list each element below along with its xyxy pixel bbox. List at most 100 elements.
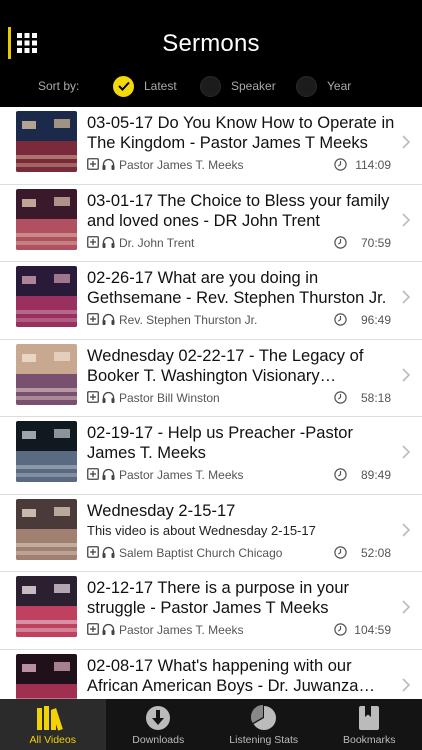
clock-icon: [334, 468, 347, 481]
sort-option-speaker[interactable]: Speaker: [200, 74, 276, 98]
sort-option-label: Speaker: [231, 79, 276, 93]
tab-label: Listening Stats: [229, 734, 299, 746]
bookmark-add-icon[interactable]: [87, 545, 99, 558]
bookmark-add-icon[interactable]: [87, 158, 99, 170]
headphones-icon[interactable]: [102, 236, 115, 248]
bookmark-add-icon[interactable]: [87, 390, 99, 403]
headphones-icon[interactable]: [102, 468, 115, 480]
duration: 89:49: [360, 468, 391, 482]
headphones-icon[interactable]: [102, 623, 115, 635]
sermon-list[interactable]: 03-05-17 Do You Know How to Operate in T…: [0, 107, 422, 699]
speaker-name: Pastor James T. Meeks: [119, 158, 244, 172]
duration: 70:59: [360, 235, 391, 250]
speaker-name: Rev. Stephen Thurston Jr.: [119, 313, 258, 327]
list-item[interactable]: Wednesday 2-15-17 This video is about Wed…: [0, 495, 422, 572]
chevron-right-icon: [402, 677, 410, 692]
tab-label: Downloads: [132, 734, 185, 746]
headphones-icon[interactable]: [102, 158, 115, 170]
speaker-name: Pastor James T. Meeks: [119, 468, 244, 482]
duration: 96:49: [360, 313, 391, 327]
sermon-meta: Rev. Stephen Thurston Jr. 96:49: [87, 313, 391, 327]
sermon-title: 02-12-17 There is a purpose in your stru…: [87, 579, 350, 617]
tab-label: All Videos: [29, 734, 76, 746]
clock-icon: [334, 390, 347, 404]
list-item[interactable]: Wednesday 02-22-17 - The Legacy of Booke…: [0, 340, 422, 417]
video-thumbnail: [16, 421, 77, 482]
sermon-meta: Dr. John Trent 70:59: [87, 236, 391, 250]
chevron-right-icon: [402, 212, 410, 227]
headphones-icon[interactable]: [102, 546, 115, 558]
bookmark-add-icon[interactable]: [87, 623, 99, 635]
sermon-title: 02-08-17 What's happening with our Afric…: [87, 656, 359, 695]
radio-checked-icon: [113, 75, 134, 97]
tab-all-videos[interactable]: All Videos: [0, 699, 106, 750]
list-item[interactable]: 02-19-17 - Help us Preacher -Pastor Jame…: [0, 417, 422, 495]
sermon-title: 02-26-17 What are you doing in Gethseman…: [87, 269, 387, 307]
radio-unchecked-icon: [200, 75, 221, 97]
radio-unchecked-icon: [296, 75, 317, 97]
chevron-right-icon: [402, 522, 410, 537]
sermon-description: This video is about Wednesday 2-15-17: [87, 522, 316, 538]
sermon-meta: Pastor James T. Meeks 114:09: [87, 158, 391, 172]
duration: 104:59: [354, 623, 391, 637]
bookmark-add-icon[interactable]: [87, 235, 99, 248]
list-item[interactable]: 02-12-17 There is a purpose in your stru…: [0, 572, 422, 650]
tab-listening-stats[interactable]: Listening Stats: [211, 699, 317, 750]
chevron-right-icon: [402, 367, 410, 382]
duration: 58:18: [360, 390, 391, 405]
headphones-icon[interactable]: [102, 313, 115, 325]
sermon-title: 03-05-17 Do You Know How to Operate in T…: [87, 114, 395, 152]
clock-icon: [334, 623, 347, 636]
video-thumbnail: [16, 576, 77, 637]
duration: 114:09: [355, 158, 391, 172]
list-item[interactable]: 03-05-17 Do You Know How to Operate in T…: [0, 107, 422, 185]
list-item[interactable]: 03-01-17 The Choice to Bless your family…: [0, 185, 422, 262]
clock-icon: [334, 313, 347, 326]
tab-label: Bookmarks: [342, 734, 396, 746]
pie-chart-icon: [250, 705, 276, 730]
sermon-meta: Pastor James T. Meeks 104:59: [87, 623, 391, 637]
chevron-right-icon: [402, 600, 410, 614]
duration: 52:08: [360, 545, 391, 560]
video-thumbnail: [16, 266, 77, 327]
list-item[interactable]: 02-08-17 What's happening with our Afric…: [0, 650, 422, 699]
sort-bar: Sort by: Latest Speaker Year: [0, 74, 422, 98]
tab-downloads[interactable]: Downloads: [106, 699, 212, 750]
sort-option-year[interactable]: Year: [296, 74, 351, 98]
speaker-name: Pastor James T. Meeks: [119, 623, 244, 637]
bookmark-add-icon[interactable]: [87, 313, 99, 325]
video-thumbnail: [16, 343, 77, 405]
headphones-icon[interactable]: [102, 391, 115, 403]
video-thumbnail: [16, 653, 77, 699]
library-books-icon: [36, 706, 63, 731]
sort-option-label: Year: [327, 79, 352, 93]
video-thumbnail: [16, 498, 77, 560]
sermon-meta: Pastor James T. Meeks 89:49: [87, 468, 391, 482]
chevron-right-icon: [402, 135, 410, 149]
tab-bookmarks[interactable]: Bookmarks: [317, 699, 422, 750]
speaker-name: Salem Baptist Church Chicago: [119, 545, 283, 560]
speaker-name: Dr. John Trent: [119, 235, 195, 250]
sort-option-latest[interactable]: Latest: [113, 74, 177, 98]
sermon-meta: Salem Baptist Church Chicago 52:08: [87, 546, 391, 560]
header-bar: Sermons Sort by: Latest Speaker Year: [0, 0, 422, 107]
video-thumbnail: [16, 111, 77, 172]
video-thumbnail: [16, 188, 77, 250]
clock-icon: [334, 158, 347, 171]
clock-icon: [334, 545, 347, 559]
list-item[interactable]: 02-26-17 What are you doing in Gethseman…: [0, 262, 422, 340]
chevron-right-icon: [402, 290, 410, 304]
sort-label: Sort by:: [38, 79, 80, 93]
sermon-title: Wednesday 2-15-17: [87, 501, 236, 520]
chevron-right-icon: [402, 445, 410, 459]
sermon-title: 03-01-17 The Choice to Bless your family…: [87, 191, 390, 230]
sermon-title: Wednesday 02-22-17 - The Legacy of Booke…: [87, 346, 364, 385]
sort-option-label: Latest: [144, 79, 177, 93]
clock-icon: [334, 235, 347, 249]
bookmark-add-icon[interactable]: [87, 468, 99, 480]
bookmark-icon: [359, 706, 380, 730]
sermon-title: 02-19-17 - Help us Preacher -Pastor Jame…: [87, 424, 353, 462]
download-icon: [146, 706, 171, 730]
speaker-name: Pastor Bill Winston: [119, 390, 220, 405]
tab-bar: All Videos Downloads Listening Stats Boo…: [0, 699, 422, 750]
